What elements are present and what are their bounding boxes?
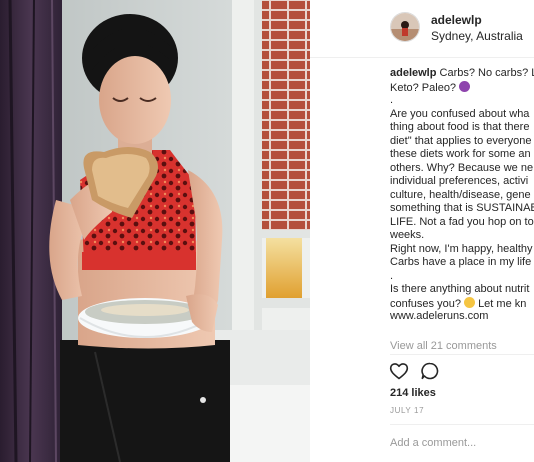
- caption-line: confuses you? Let me kn: [390, 296, 534, 311]
- caption-line: weeks.: [390, 229, 425, 241]
- view-all-comments-link[interactable]: View all 21 comments: [390, 340, 497, 352]
- comment-button[interactable]: [420, 361, 440, 381]
- caption-line: Keto? Paleo?: [390, 80, 534, 95]
- post-location[interactable]: Sydney, Australia: [431, 29, 523, 43]
- caption-line: Are you confused about wha: [390, 107, 530, 120]
- heart-outline-icon: [389, 363, 409, 380]
- caption-line: Is there anything about nutrit: [390, 283, 530, 295]
- caption-line: thing about food is that there: [390, 121, 530, 133]
- caption-line: .: [390, 94, 394, 106]
- avatar[interactable]: [390, 12, 420, 42]
- speech-bubble-icon: [421, 362, 439, 380]
- caption-username[interactable]: adelewlp: [390, 67, 436, 79]
- post-photo[interactable]: [0, 0, 310, 462]
- caption-line: Right now, I'm happy, healthy: [390, 242, 533, 255]
- caption-line: LIFE. Not a fad you hop on to: [390, 215, 534, 228]
- caption-line: .: [390, 269, 394, 282]
- caption-line: these diets work for some an: [390, 148, 531, 160]
- post-caption: adelewlp Carbs? No carbs? L Keto? Paleo?…: [390, 67, 534, 324]
- caption-link[interactable]: www.adeleruns.com: [390, 310, 534, 324]
- post-author-username[interactable]: adelewlp: [431, 13, 482, 27]
- caption-line: something that is SUSTAINAB: [390, 202, 534, 214]
- post-header: adelewlp Sydney, Australia: [310, 0, 534, 58]
- post-date: JULY 17: [390, 406, 425, 415]
- caption-line: adelewlp Carbs? No carbs? L: [390, 67, 534, 81]
- caption-text: Carbs? No carbs? L: [439, 67, 534, 79]
- instagram-post-view: adelewlp Sydney, Australia adelewlp Carb…: [0, 0, 534, 462]
- caption-line: others. Why? Because we ne: [390, 161, 534, 174]
- divider: [390, 424, 534, 425]
- caption-line: culture, health/disease, gene: [390, 188, 531, 201]
- avatar-image: [391, 13, 419, 41]
- caption-line: individual preferences, activi: [390, 175, 529, 187]
- post-photo-illustration: [0, 0, 310, 462]
- caption-line: diet" that applies to everyone: [390, 134, 532, 147]
- caption-text: Let me kn: [478, 297, 527, 310]
- divider: [390, 354, 534, 355]
- woman-shrugging-emoji: [459, 80, 471, 92]
- like-button[interactable]: [389, 361, 409, 381]
- thinking-face-emoji: [464, 296, 475, 308]
- caption-line: Carbs have a place in my life: [390, 256, 532, 268]
- caption-text: Keto? Paleo?: [390, 81, 457, 94]
- caption-text: confuses you?: [390, 297, 461, 310]
- post-side-panel: adelewlp Sydney, Australia adelewlp Carb…: [310, 0, 534, 462]
- add-comment-input[interactable]: [390, 433, 530, 453]
- like-count[interactable]: 214 likes: [390, 387, 436, 399]
